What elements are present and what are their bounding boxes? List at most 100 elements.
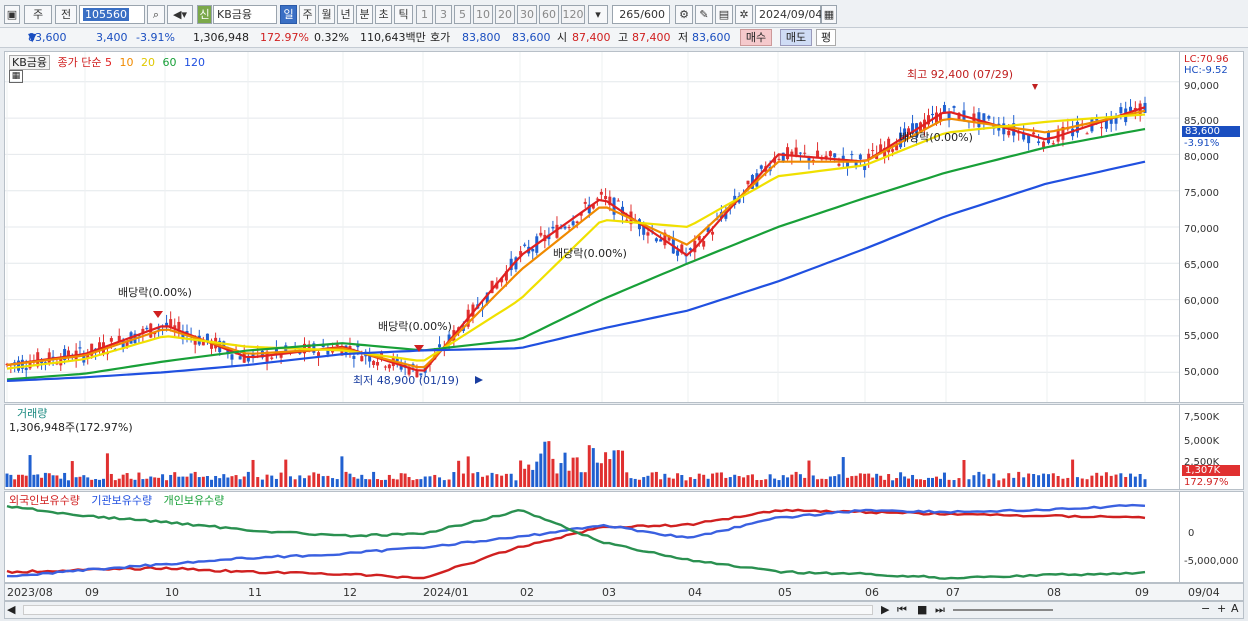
tab-year[interactable]: 년	[337, 5, 354, 24]
sell-button[interactable]: 매도	[780, 29, 812, 46]
volume-bar	[987, 478, 991, 487]
volume-bar	[702, 474, 706, 487]
volume-bar	[1090, 475, 1094, 487]
quote-volume: 1,306,948	[193, 31, 249, 44]
volume-bar	[915, 479, 919, 487]
volume-bar	[125, 473, 129, 487]
sound-icon[interactable]: ◀▾	[167, 5, 193, 24]
candle-body	[616, 200, 620, 202]
ma-line-5	[6, 106, 1146, 372]
interval-dropdown[interactable]: ▾	[588, 5, 608, 24]
volume-bar	[210, 479, 214, 487]
table-icon[interactable]: ▦	[9, 70, 23, 83]
zoom-out-icon[interactable]: −	[1201, 602, 1210, 615]
count-input[interactable]: 265/600	[612, 5, 670, 24]
volume-bar	[284, 459, 288, 487]
prev-button[interactable]: 전	[55, 5, 77, 24]
volume-bar	[612, 450, 616, 487]
interval-1[interactable]: 1	[416, 5, 433, 24]
candle-body	[659, 239, 663, 242]
x-label-09: 09	[85, 586, 99, 599]
volume-bar	[811, 475, 815, 487]
scroll-track[interactable]	[23, 605, 873, 615]
candle-body	[1032, 132, 1036, 135]
volume-bar	[383, 479, 387, 487]
x-label-2024-01: 2024/01	[423, 586, 469, 599]
scroll-left-icon[interactable]: ◀	[7, 603, 15, 616]
volume-bar	[293, 479, 297, 487]
interval-30[interactable]: 30	[517, 5, 537, 24]
volume-bar	[274, 478, 278, 487]
candle-body	[438, 344, 442, 348]
tab-day[interactable]: 일	[280, 5, 297, 24]
volume-bar	[798, 474, 802, 487]
volume-bar	[471, 473, 475, 487]
volume-bar	[952, 480, 956, 487]
interval-10[interactable]: 10	[473, 5, 493, 24]
candle-body	[352, 356, 356, 359]
save-icon[interactable]: ▤	[715, 5, 733, 24]
gear-icon[interactable]: ✲	[735, 5, 753, 24]
code-input[interactable]: 105560	[79, 5, 145, 24]
price-panel[interactable]: KB금융 종가 단순 5 10 20 60 120 ▦ 최고 92,400 (0…	[4, 51, 1180, 403]
calendar-icon[interactable]: ▦	[821, 5, 837, 24]
volume-bar	[55, 475, 59, 487]
volume-bar	[559, 463, 563, 487]
volume-bar	[846, 477, 850, 487]
candle-body	[563, 226, 567, 229]
layout-icon[interactable]: ▣	[4, 5, 20, 24]
scroll-bar[interactable]: ◀ ▶ ⏮ ■ ⏭ − + A	[4, 601, 1244, 619]
nav-stop-icon[interactable]: ■	[917, 603, 927, 616]
font-size-icon[interactable]: A	[1231, 602, 1239, 615]
chart-tools-icon[interactable]: ⚙	[675, 5, 693, 24]
volume-bar	[340, 456, 344, 487]
volume-bar	[265, 474, 269, 487]
date-field[interactable]: 2024/09/04	[755, 5, 822, 24]
search-icon[interactable]: ⌕	[147, 5, 165, 24]
volume-bar	[875, 473, 879, 487]
tab-second[interactable]: 초	[375, 5, 392, 24]
volume-bar	[850, 476, 854, 487]
buy-button[interactable]: 매수	[740, 29, 772, 46]
volume-bar	[715, 472, 719, 487]
annotation-div3: 배당락(0.00%)	[553, 247, 627, 260]
volume-bar	[1100, 475, 1104, 487]
avg-button[interactable]: 평	[816, 29, 836, 46]
interval-120[interactable]: 120	[561, 5, 585, 24]
nav-first-icon[interactable]: ⏮	[897, 603, 907, 617]
interval-3[interactable]: 3	[435, 5, 452, 24]
volume-bar	[891, 480, 895, 487]
volume-bar	[59, 478, 63, 487]
interval-5[interactable]: 5	[454, 5, 471, 24]
candle-body	[858, 154, 862, 160]
price-chart	[5, 52, 1179, 402]
zoom-slider[interactable]	[953, 609, 1053, 611]
candle-body	[688, 248, 692, 250]
volume-bar	[571, 457, 575, 487]
period-stock-select[interactable]: 주	[24, 5, 52, 24]
volume-bar	[816, 479, 820, 487]
volume-bar	[688, 477, 692, 487]
volume-panel[interactable]: 거래량 1,306,948주(172.97%)	[4, 404, 1180, 490]
stock-name-field[interactable]: KB금융	[213, 5, 277, 24]
volume-bar	[629, 478, 633, 487]
zoom-in-icon[interactable]: +	[1217, 602, 1226, 615]
holdings-panel[interactable]: 외국인보유수량 기관보유수량 개인보유수량	[4, 491, 1180, 583]
volume-bar	[5, 473, 9, 487]
tab-month[interactable]: 월	[318, 5, 335, 24]
volume-bar	[1119, 473, 1123, 487]
interval-60[interactable]: 60	[539, 5, 559, 24]
tab-tick[interactable]: 틱	[394, 5, 413, 24]
volume-bar	[344, 471, 348, 487]
nav-last-icon[interactable]: ⏭	[935, 603, 945, 617]
candle-body	[646, 232, 650, 236]
volume-bar	[547, 441, 551, 487]
volume-bar	[514, 480, 518, 487]
volume-bar	[109, 473, 113, 487]
scroll-right-icon[interactable]: ▶	[881, 603, 889, 616]
x-label-08: 08	[1047, 586, 1061, 599]
draw-icon[interactable]: ✎	[695, 5, 713, 24]
interval-20[interactable]: 20	[495, 5, 515, 24]
tab-minute[interactable]: 분	[356, 5, 373, 24]
tab-week[interactable]: 주	[299, 5, 316, 24]
